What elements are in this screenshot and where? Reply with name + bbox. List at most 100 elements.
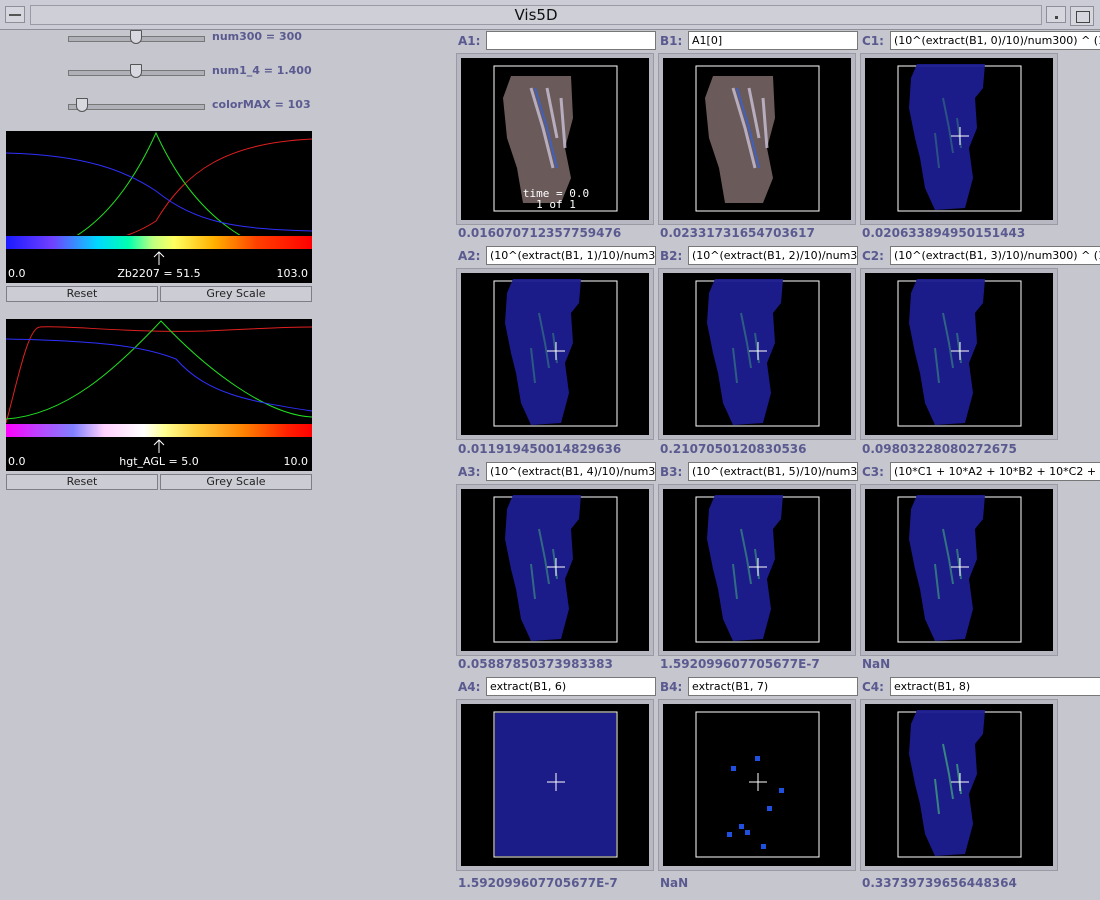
cell-plot[interactable]	[663, 273, 851, 435]
grey-scale-button[interactable]: Grey Scale	[160, 286, 312, 302]
window-menu-button[interactable]	[5, 6, 25, 23]
cell-formula-C1[interactable]: (10^(extract(B1, 0)/10)/num300) ^ (1	[890, 31, 1100, 50]
field-shape	[505, 495, 581, 641]
cell-display-C4[interactable]	[860, 699, 1058, 871]
colormap-center-label: Zb2207 = 51.5	[117, 267, 201, 280]
cell-label-B3: B3:	[660, 465, 683, 479]
colormap-max-label: 103.0	[276, 267, 309, 280]
cell-label-B4: B4:	[660, 680, 683, 694]
cell-display-B1[interactable]	[658, 53, 856, 225]
slider-2[interactable]: colorMAX = 103	[68, 98, 318, 118]
data-dot	[767, 806, 772, 811]
cell-canvas[interactable]	[461, 273, 649, 435]
cell-formula-A1[interactable]	[486, 31, 656, 50]
data-dot	[779, 788, 784, 793]
cell-plot[interactable]	[865, 489, 1053, 651]
data-dot	[745, 830, 750, 835]
cell-plot[interactable]: time = 0.01 of 1	[461, 58, 649, 220]
cell-label-A2: A2:	[458, 249, 481, 263]
cell-plot[interactable]	[461, 704, 649, 866]
cell-display-B3[interactable]	[658, 484, 856, 656]
maximize-button[interactable]	[1070, 6, 1094, 26]
slider-label: num1_4 = 1.400	[212, 64, 312, 77]
cell-canvas[interactable]	[663, 273, 851, 435]
cell-display-A1[interactable]: time = 0.0 1 of 1	[456, 53, 654, 225]
slider-0[interactable]: num300 = 300	[68, 30, 318, 50]
cell-formula-B4[interactable]: extract(B1, 7)	[688, 677, 858, 696]
cell-display-B4[interactable]	[658, 699, 856, 871]
cell-canvas[interactable]	[865, 273, 1053, 435]
colormap-curves[interactable]	[6, 131, 312, 235]
colormap-bar	[6, 236, 312, 249]
slider-thumb[interactable]	[129, 64, 142, 78]
cell-formula-A2[interactable]: (10^(extract(B1, 1)/10)/num30	[486, 246, 656, 265]
cell-plot[interactable]	[865, 58, 1053, 220]
field-shape	[909, 64, 985, 210]
slider-thumb[interactable]	[75, 98, 88, 112]
cell-formula-A3[interactable]: (10^(extract(B1, 4)/10)/num30	[486, 462, 656, 481]
cell-value-above-A3: 0.011919450014829636	[458, 442, 622, 456]
slider-1[interactable]: num1_4 = 1.400	[68, 64, 318, 84]
slider-label: num300 = 300	[212, 30, 302, 43]
cell-label-C3: C3:	[862, 465, 884, 479]
grey-scale-button[interactable]: Grey Scale	[160, 474, 312, 490]
cell-formula-B2[interactable]: (10^(extract(B1, 2)/10)/num30	[688, 246, 858, 265]
cell-display-A4[interactable]	[456, 699, 654, 871]
colormap-pointer[interactable]	[6, 249, 312, 269]
cell-canvas[interactable]	[461, 489, 649, 651]
cell-value-above-C2: 0.020633894950151443	[862, 226, 1026, 240]
cell-canvas[interactable]	[865, 704, 1053, 866]
cell-value-above-B2: 0.02331731654703617	[660, 226, 815, 240]
cell-display-C2[interactable]	[860, 268, 1058, 440]
reset-button[interactable]: Reset	[6, 286, 158, 302]
field-shape	[707, 495, 783, 641]
colormap-max-label: 10.0	[283, 455, 309, 468]
cell-value-bottom-1: NaN	[660, 876, 689, 890]
cell-formula-C2[interactable]: (10^(extract(B1, 3)/10)/num300) ^ (1	[890, 246, 1100, 265]
colormap-curves[interactable]	[6, 319, 312, 423]
cell-canvas[interactable]: time = 0.0 1 of 1	[461, 58, 649, 220]
colormap-editor-1[interactable]: 0.0 hgt_AGL = 5.0 10.0	[6, 319, 312, 471]
cell-display-B2[interactable]	[658, 268, 856, 440]
colormap-pointer[interactable]	[6, 437, 312, 457]
colormap-editor-0[interactable]: 0.0 Zb2207 = 51.5 103.0	[6, 131, 312, 283]
cell-label-B1: B1:	[660, 34, 683, 48]
cell-formula-A4[interactable]: extract(B1, 6)	[486, 677, 656, 696]
cell-label-B2: B2:	[660, 249, 683, 263]
cell-label-C4: C4:	[862, 680, 884, 694]
reset-button[interactable]: Reset	[6, 474, 158, 490]
cell-canvas[interactable]	[663, 58, 851, 220]
cell-label-A1: A1:	[458, 34, 481, 48]
blue-curve	[6, 152, 312, 232]
cell-display-C3[interactable]	[860, 484, 1058, 656]
cell-label-C2: C2:	[862, 249, 884, 263]
cell-canvas[interactable]	[663, 489, 851, 651]
slider-track[interactable]	[68, 104, 205, 110]
cell-plot[interactable]	[663, 704, 851, 866]
cell-plot[interactable]	[461, 489, 649, 651]
cell-display-A2[interactable]	[456, 268, 654, 440]
cell-formula-C3[interactable]: (10*C1 + 10*A2 + 10*B2 + 10*C2 + 1	[890, 462, 1100, 481]
cell-display-A3[interactable]	[456, 484, 654, 656]
red-curve	[6, 326, 312, 423]
cell-canvas[interactable]	[461, 704, 649, 866]
cell-plot[interactable]	[461, 273, 649, 435]
cell-formula-B3[interactable]: (10^(extract(B1, 5)/10)/num30	[688, 462, 858, 481]
field-shape	[909, 710, 985, 856]
slider-thumb[interactable]	[129, 30, 142, 44]
cell-display-C1[interactable]	[860, 53, 1058, 225]
cell-value-bottom-2: 0.33739739656448364	[862, 876, 1017, 890]
cell-formula-C4[interactable]: extract(B1, 8)	[890, 677, 1100, 696]
cell-canvas[interactable]	[865, 489, 1053, 651]
cell-value-above-C3: 0.09803228080272675	[862, 442, 1017, 456]
cell-value-above-C4: NaN	[862, 657, 891, 671]
cell-plot[interactable]	[663, 58, 851, 220]
green-curve	[76, 131, 241, 235]
cell-plot[interactable]	[865, 704, 1053, 866]
minimize-button[interactable]	[1046, 6, 1066, 23]
cell-plot[interactable]	[663, 489, 851, 651]
cell-canvas[interactable]	[663, 704, 851, 866]
cell-formula-B1[interactable]: A1[0]	[688, 31, 858, 50]
cell-plot[interactable]	[865, 273, 1053, 435]
cell-canvas[interactable]	[865, 58, 1053, 220]
